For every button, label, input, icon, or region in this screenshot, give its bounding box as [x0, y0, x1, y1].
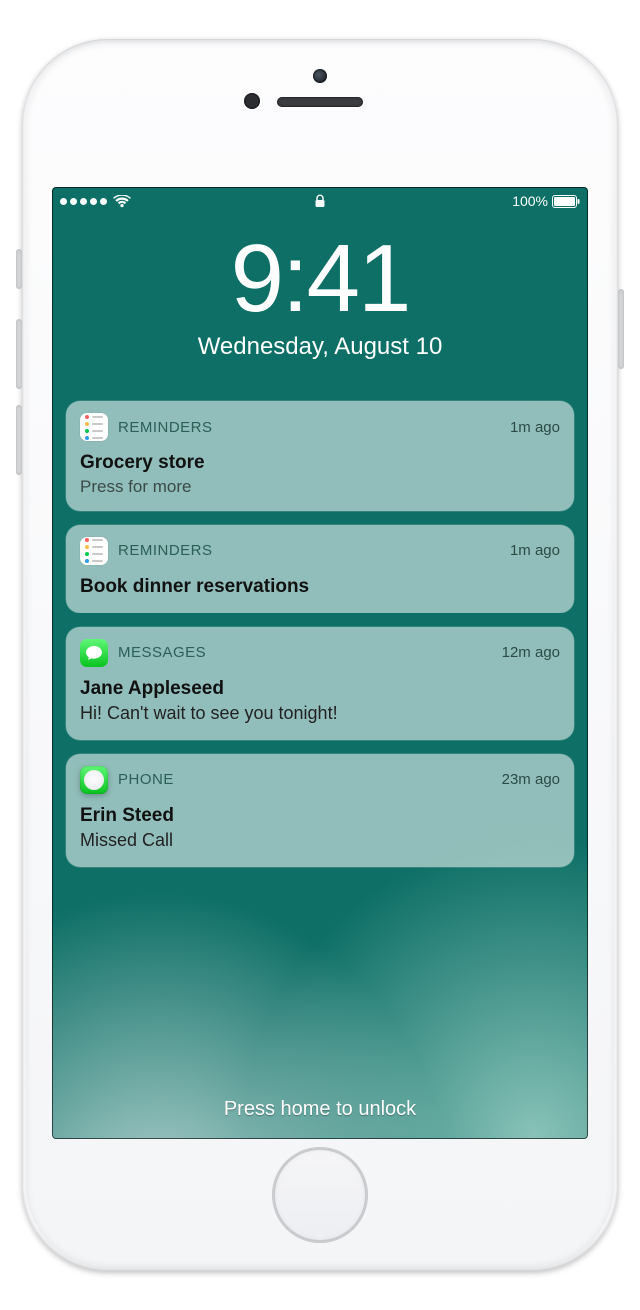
clock-time: 9:41 [52, 231, 588, 327]
canvas: 100% 9:41 Wednesday, August 10 [0, 0, 640, 1310]
notification-title: Jane Appleseed [80, 677, 560, 701]
battery-percent: 100% [512, 193, 548, 209]
lock-screen[interactable]: 100% 9:41 Wednesday, August 10 [52, 187, 588, 1139]
reminders-icon [80, 537, 108, 565]
messages-icon [80, 639, 108, 667]
notification-time: 23m ago [502, 771, 560, 788]
notification-reminders-2[interactable]: REMINDERS 1m ago Book dinner reservation… [66, 525, 574, 613]
phone-icon [80, 766, 108, 794]
volume-up[interactable] [16, 319, 22, 389]
notification-phone[interactable]: PHONE 23m ago Erin Steed Missed Call [66, 754, 574, 867]
home-button[interactable] [272, 1147, 368, 1243]
power-button[interactable] [618, 289, 624, 369]
volume-down[interactable] [16, 405, 22, 475]
reminders-icon [80, 413, 108, 441]
clock: 9:41 Wednesday, August 10 [52, 231, 588, 361]
notification-app-name: REMINDERS [118, 419, 213, 436]
battery-icon [552, 195, 580, 208]
notification-title: Erin Steed [80, 804, 560, 828]
mute-switch[interactable] [16, 249, 22, 289]
notification-title: Book dinner reservations [80, 575, 560, 599]
front-camera [313, 69, 327, 83]
notification-time: 1m ago [510, 542, 560, 559]
notification-body: Missed Call [80, 829, 560, 852]
notification-reminders-1[interactable]: REMINDERS 1m ago Grocery store Press for… [66, 401, 574, 511]
phone-body: 100% 9:41 Wednesday, August 10 [22, 39, 618, 1271]
lock-icon [315, 194, 326, 208]
notification-messages[interactable]: MESSAGES 12m ago Jane Appleseed Hi! Can'… [66, 627, 574, 740]
status-bar: 100% [52, 187, 588, 215]
notification-hint: Press for more [80, 477, 560, 497]
notification-app-name: PHONE [118, 771, 174, 788]
notification-body: Hi! Can't wait to see you tonight! [80, 702, 560, 725]
notification-app-name: REMINDERS [118, 542, 213, 559]
notifications-list: REMINDERS 1m ago Grocery store Press for… [66, 401, 574, 867]
proximity-sensor [244, 93, 260, 109]
notification-app-name: MESSAGES [118, 644, 206, 661]
notification-title: Grocery store [80, 451, 560, 475]
wifi-icon [113, 195, 131, 208]
notification-time: 12m ago [502, 644, 560, 661]
earpiece [277, 97, 363, 107]
unlock-hint: Press home to unlock [52, 1098, 588, 1121]
notification-time: 1m ago [510, 419, 560, 436]
signal-strength-icon [60, 198, 107, 205]
clock-date: Wednesday, August 10 [52, 333, 588, 361]
